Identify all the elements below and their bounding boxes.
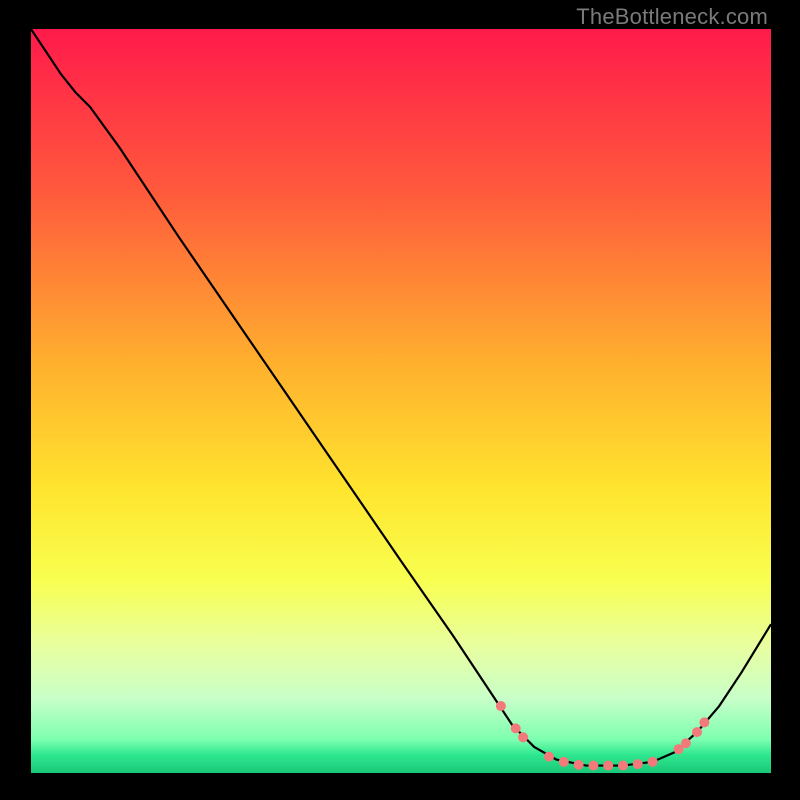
curve-marker — [559, 757, 569, 767]
watermark-text: TheBottleneck.com — [576, 4, 768, 30]
curve-marker — [603, 761, 613, 771]
gradient-background — [31, 29, 771, 773]
curve-marker — [618, 761, 628, 771]
curve-marker — [699, 717, 709, 727]
curve-marker — [648, 757, 658, 767]
curve-marker — [681, 738, 691, 748]
chart-frame: TheBottleneck.com — [0, 0, 800, 800]
curve-marker — [544, 752, 554, 762]
plot-area — [31, 29, 771, 773]
curve-marker — [574, 760, 584, 770]
curve-marker — [588, 761, 598, 771]
curve-marker — [633, 759, 643, 769]
curve-marker — [496, 701, 506, 711]
chart-svg — [31, 29, 771, 773]
curve-marker — [518, 732, 528, 742]
curve-marker — [511, 723, 521, 733]
curve-marker — [692, 727, 702, 737]
